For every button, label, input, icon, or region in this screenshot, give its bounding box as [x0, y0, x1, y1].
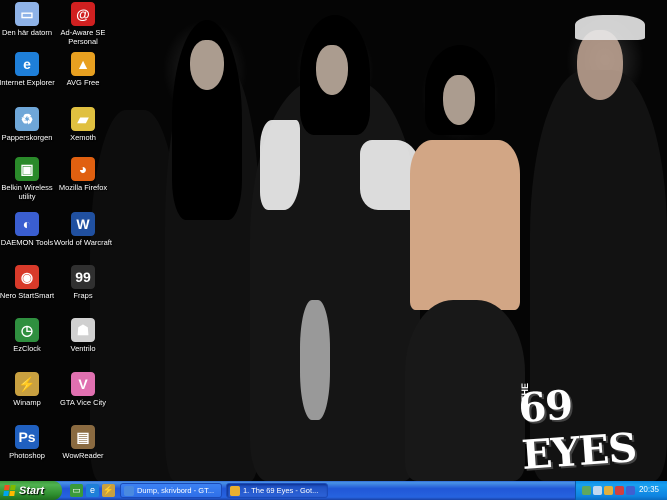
belkin-icon: ▣ — [15, 157, 39, 181]
tray-network-icon[interactable] — [582, 486, 591, 495]
wowreader-shortcut[interactable]: ▤ WowReader — [53, 425, 113, 460]
shortcut-label: Fraps — [73, 291, 93, 300]
internet-explorer-icon: e — [15, 52, 39, 76]
shortcut-label: Winamp — [13, 398, 41, 407]
gta-vice-city-icon: V — [71, 372, 95, 396]
shortcut-label: Xemoth — [70, 133, 96, 142]
wowreader-icon: ▤ — [71, 425, 95, 449]
desktop: THE 69 EYES ▭ Den här datorn e Internet Exp… — [0, 0, 667, 481]
belkin-shortcut[interactable]: ▣ Belkin Wireless utility — [0, 157, 57, 201]
start-label: Start — [19, 484, 45, 497]
shortcut-label: Photoshop — [9, 451, 45, 460]
xemoth-icon: ▰ — [71, 107, 95, 131]
clock[interactable]: 20:35 — [639, 485, 659, 494]
daemon-tools-icon: ◐ — [15, 212, 39, 236]
ie-quicklaunch-icon[interactable]: e — [86, 484, 99, 497]
fraps-icon: 99 — [71, 265, 95, 289]
fraps-shortcut[interactable]: 99 Fraps — [53, 265, 113, 300]
shortcut-label: GTA Vice City — [60, 398, 106, 407]
taskbar-button-label: Dump, skrivbord - GT... — [137, 486, 215, 495]
tray-belkin-icon[interactable] — [626, 486, 635, 495]
window-icon — [124, 486, 134, 496]
shortcut-label: DAEMON Tools — [0, 238, 54, 247]
show-desktop-icon[interactable]: ▭ — [70, 484, 83, 497]
mozilla-firefox-shortcut[interactable]: ◕ Mozilla Firefox — [53, 157, 113, 192]
world-of-warcraft-icon: W — [71, 212, 95, 236]
internet-explorer-shortcut[interactable]: e Internet Explorer — [0, 52, 57, 87]
taskbar-button[interactable]: 1. The 69 Eyes - Got... — [226, 483, 328, 498]
photoshop-shortcut[interactable]: Ps Photoshop — [0, 425, 57, 460]
ezclock-shortcut[interactable]: ◷ EzClock — [0, 318, 57, 353]
mozilla-firefox-icon: ◕ — [71, 157, 95, 181]
den-har-datorn-shortcut[interactable]: ▭ Den här datorn — [0, 2, 57, 37]
daemon-tools-shortcut[interactable]: ◐ DAEMON Tools — [0, 212, 57, 247]
ad-aware-icon: @ — [71, 2, 95, 26]
winamp-shortcut[interactable]: ⚡ Winamp — [0, 372, 57, 407]
taskbar-button-label: 1. The 69 Eyes - Got... — [243, 486, 319, 495]
shortcut-label: Ad-Aware SE Personal — [60, 28, 106, 46]
shortcut-label: Belkin Wireless utility — [1, 183, 53, 201]
winamp-quicklaunch-icon[interactable]: ⚡ — [102, 484, 115, 497]
taskbar-button[interactable]: Dump, skrivbord - GT... — [120, 483, 222, 498]
winamp-icon: ⚡ — [15, 372, 39, 396]
shortcut-label: Den här datorn — [1, 28, 53, 37]
ad-aware-shortcut[interactable]: @ Ad-Aware SE Personal — [53, 2, 113, 46]
shortcut-label: EzClock — [13, 344, 41, 353]
ezclock-icon: ◷ — [15, 318, 39, 342]
shortcut-label: Mozilla Firefox — [58, 183, 108, 192]
nero-icon: ◉ — [15, 265, 39, 289]
ventrilo-icon: ☗ — [71, 318, 95, 342]
tray-volume-icon[interactable] — [593, 486, 602, 495]
papperskorgen-icon: ♻ — [15, 107, 39, 131]
window-icon — [230, 486, 240, 496]
tray-antivirus-icon[interactable] — [615, 486, 624, 495]
shortcut-label: Papperskorgen — [1, 133, 53, 142]
den-har-datorn-icon: ▭ — [15, 2, 39, 26]
papperskorgen-shortcut[interactable]: ♻ Papperskorgen — [0, 107, 57, 142]
start-button[interactable]: Start — [0, 481, 62, 500]
ventrilo-shortcut[interactable]: ☗ Ventrilo — [53, 318, 113, 353]
tray-app-icon[interactable] — [604, 486, 613, 495]
nero-shortcut[interactable]: ◉ Nero StartSmart — [0, 265, 57, 300]
shortcut-label: Ventrilo — [70, 344, 96, 353]
shortcut-label: World of Warcraft — [54, 238, 112, 247]
shortcut-label: Internet Explorer — [0, 78, 55, 87]
shortcut-label: WowReader — [62, 451, 104, 460]
avg-free-shortcut[interactable]: ▲ AVG Free — [53, 52, 113, 87]
xemoth-shortcut[interactable]: ▰ Xemoth — [53, 107, 113, 142]
shortcut-label: AVG Free — [66, 78, 100, 87]
system-tray: 20:35 — [575, 481, 667, 500]
avg-free-icon: ▲ — [71, 52, 95, 76]
taskbar: Start ▭ e ⚡ Dump, skrivbord - GT... 1. The … — [0, 481, 667, 500]
windows-flag-icon — [3, 485, 16, 496]
gta-vice-city-shortcut[interactable]: V GTA Vice City — [53, 372, 113, 407]
shortcut-label: Nero StartSmart — [0, 291, 55, 300]
world-of-warcraft-shortcut[interactable]: W World of Warcraft — [53, 212, 113, 247]
band-logo: 69 EYES — [516, 381, 638, 480]
photoshop-icon: Ps — [15, 425, 39, 449]
